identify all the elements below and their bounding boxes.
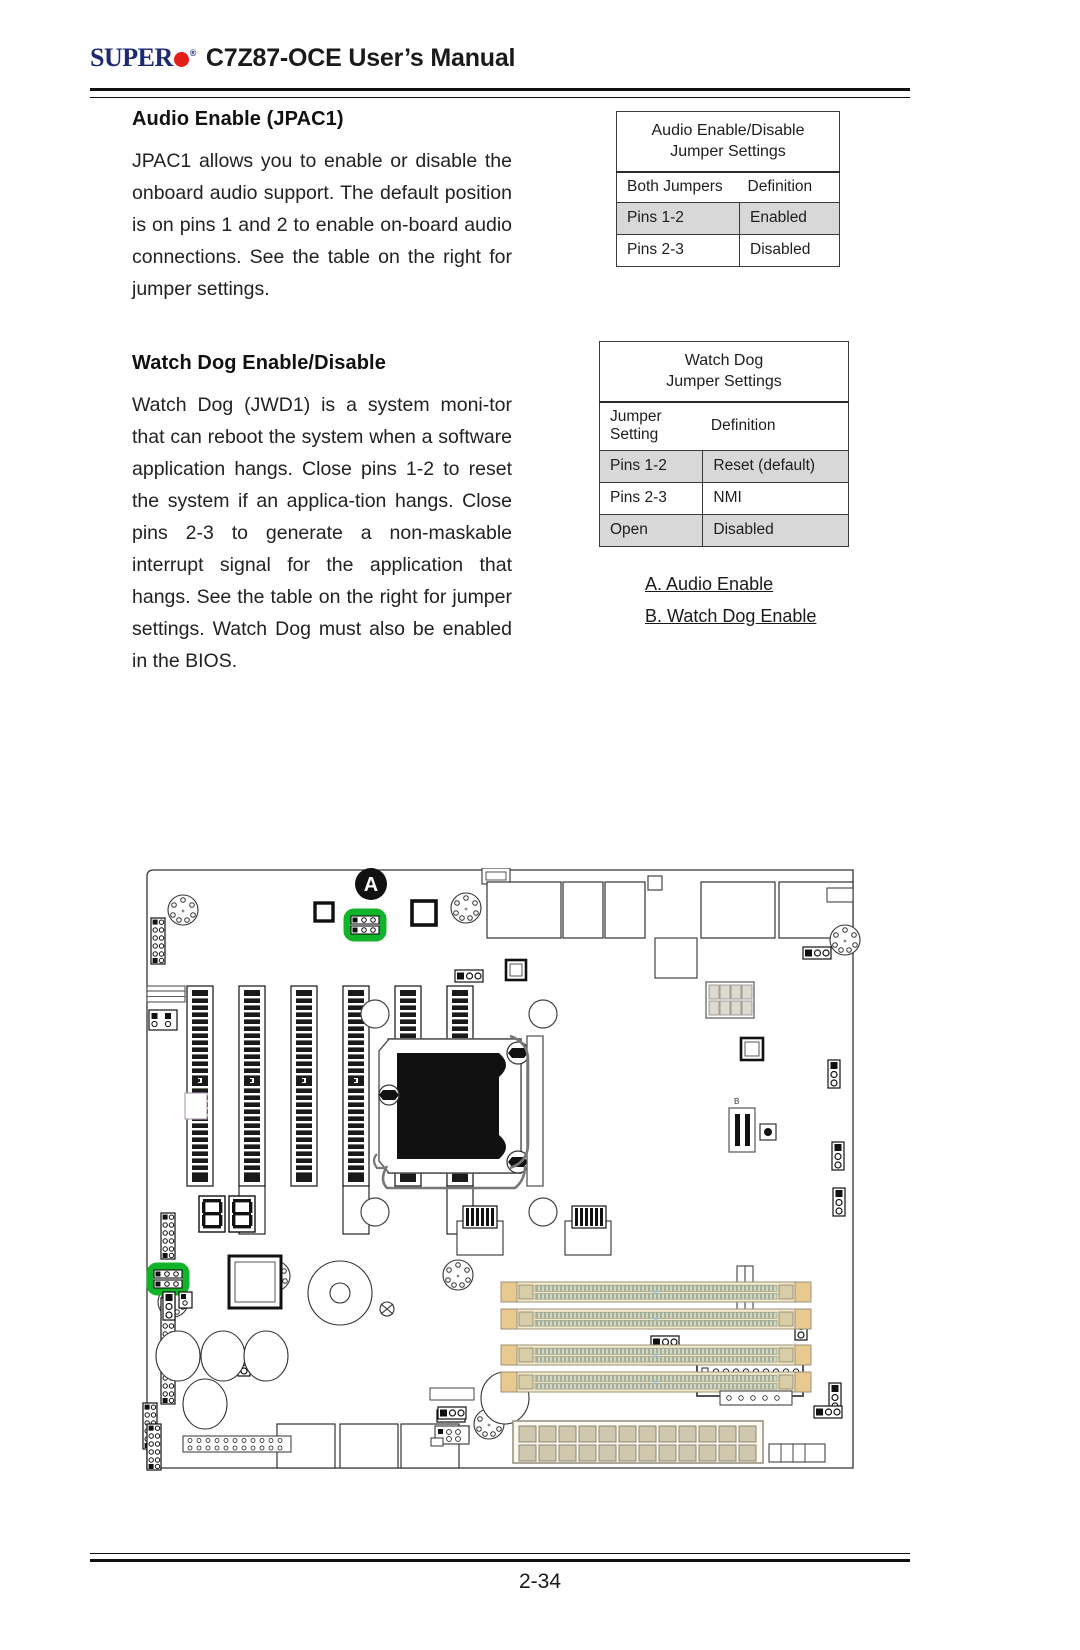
pin-header xyxy=(813,1405,843,1419)
round-port-icon xyxy=(167,894,199,926)
pin-header xyxy=(827,1059,841,1089)
logo-red-dot-icon xyxy=(173,52,189,67)
table-header-row: Both Jumpers Definition xyxy=(615,171,840,203)
component-marking xyxy=(379,1301,395,1317)
watchdog-table-title: Watch Dog Jumper Settings xyxy=(599,341,849,403)
audio-col-header-0: Both Jumpers xyxy=(615,171,740,203)
table-row: Pins 2-3 NMI xyxy=(598,482,849,515)
section-body-audio-enable: JPAC1 allows you to enable or disable th… xyxy=(132,150,512,300)
watchdog-row-1-definition: NMI xyxy=(702,482,849,515)
small-chip xyxy=(504,958,528,982)
watchdog-table-title-line2: Jumper Settings xyxy=(666,373,782,390)
audio-row-1-definition: Disabled xyxy=(739,234,840,267)
section-heading-audio-enable: Audio Enable (JPAC1) xyxy=(132,108,344,130)
pin-header xyxy=(160,1212,176,1260)
legend-item-a: A. Audio Enable xyxy=(645,574,774,594)
pin-header xyxy=(832,1187,846,1217)
pin-header xyxy=(148,1009,178,1031)
expansion-slot xyxy=(238,985,266,1187)
dimm-slot xyxy=(500,1371,812,1393)
figure-legend: A. Audio Enable B. Watch Dog Enable xyxy=(645,568,816,632)
pin-header xyxy=(429,1387,475,1401)
dimm-slot xyxy=(500,1308,812,1330)
table-row: Pins 1-2 Enabled xyxy=(615,202,840,235)
table-row: Pins 2-3 Disabled xyxy=(615,234,840,267)
audio-col-header-1: Definition xyxy=(739,171,840,203)
pin-header xyxy=(831,1141,845,1171)
pin-header xyxy=(802,946,832,960)
chipset-chip xyxy=(227,1254,283,1310)
pin-header xyxy=(146,1423,162,1471)
pin-header xyxy=(437,1406,467,1420)
watchdog-row-2-definition: Disabled xyxy=(702,514,849,547)
audio-row-1-setting: Pins 2-3 xyxy=(615,234,741,267)
watchdog-row-2-setting: Open xyxy=(598,514,704,547)
content-column: Audio Enable (JPAC1) JPAC1 allows you to… xyxy=(132,108,512,677)
audio-row-0-definition: Enabled xyxy=(739,202,840,235)
pin-header xyxy=(719,1390,793,1406)
watchdog-row-0-definition: Reset (default) xyxy=(702,450,849,483)
dimm-slot xyxy=(500,1344,812,1366)
round-port-icon xyxy=(450,892,482,924)
cpu-power-connector xyxy=(705,981,755,1019)
page-title: C7Z87-OCE User’s Manual xyxy=(205,44,516,72)
audio-table-title: Audio Enable/Disable Jumper Settings xyxy=(616,111,840,173)
small-chip xyxy=(759,1123,777,1141)
audio-jumper-settings-table: Audio Enable/Disable Jumper Settings Bot… xyxy=(615,111,840,267)
svg-text:B: B xyxy=(734,1097,739,1106)
watchdog-row-1-setting: Pins 2-3 xyxy=(598,482,704,515)
atx-power-connector xyxy=(512,1420,764,1464)
audio-row-0-setting: Pins 1-2 xyxy=(615,202,741,235)
table-title-row: Watch Dog Jumper Settings xyxy=(599,341,849,403)
motherboard-diagram: A B CE xyxy=(135,868,865,1480)
callout-marker-a: A xyxy=(355,868,387,900)
slot-retainer xyxy=(184,1092,208,1120)
logo-wordmark: SUPER xyxy=(90,43,173,72)
table-row: Pins 1-2 Reset (default) xyxy=(598,450,849,483)
small-chip xyxy=(410,899,438,927)
round-port-icon xyxy=(829,924,861,956)
watchdog-col-header-1: Definition xyxy=(702,401,849,451)
dimm-slot xyxy=(500,1281,812,1303)
registered-trademark-icon: ® xyxy=(189,48,197,58)
svg-text:A: A xyxy=(364,874,378,896)
expansion-slot xyxy=(186,985,214,1187)
page-header: SUPER ® C7Z87-OCE User’s Manual xyxy=(90,44,910,84)
legend-item-b: B. Watch Dog Enable xyxy=(645,606,817,626)
section-body-watch-dog: Watch Dog (JWD1) is a system moni-tor th… xyxy=(132,394,512,672)
watchdog-jumper-settings-table: Watch Dog Jumper Settings Jumper Setting… xyxy=(598,341,849,547)
audio-table-title-line1: Audio Enable/Disable xyxy=(651,122,805,139)
table-title-row: Audio Enable/Disable Jumper Settings xyxy=(616,111,840,173)
pin-header xyxy=(430,1425,470,1447)
small-chip xyxy=(739,1036,765,1062)
footer-divider xyxy=(90,1553,910,1562)
watchdog-col-header-0: Jumper Setting xyxy=(598,401,703,451)
page-number: 2-34 xyxy=(518,1570,562,1593)
pin-header xyxy=(182,1435,292,1453)
expansion-slot xyxy=(290,985,318,1187)
table-row: Open Disabled xyxy=(598,514,849,547)
pin-header xyxy=(162,1291,176,1321)
table-header-row: Jumper Setting Definition xyxy=(598,401,849,451)
audio-table-title-line2: Jumper Settings xyxy=(670,143,786,160)
round-port-icon xyxy=(442,1259,474,1291)
pin-header xyxy=(146,985,186,1003)
pin-header xyxy=(454,969,484,983)
small-chip xyxy=(313,901,335,923)
watchdog-table-title-line1: Watch Dog xyxy=(684,352,764,369)
small-chip xyxy=(178,1291,193,1309)
section-heading-watch-dog: Watch Dog Enable/Disable xyxy=(132,352,386,374)
bottom-right-header xyxy=(768,1443,826,1463)
supermicro-logo: SUPER ® xyxy=(90,43,197,72)
watchdog-row-0-setting: Pins 1-2 xyxy=(598,450,704,483)
header-divider xyxy=(90,88,910,98)
pin-header xyxy=(150,917,166,965)
